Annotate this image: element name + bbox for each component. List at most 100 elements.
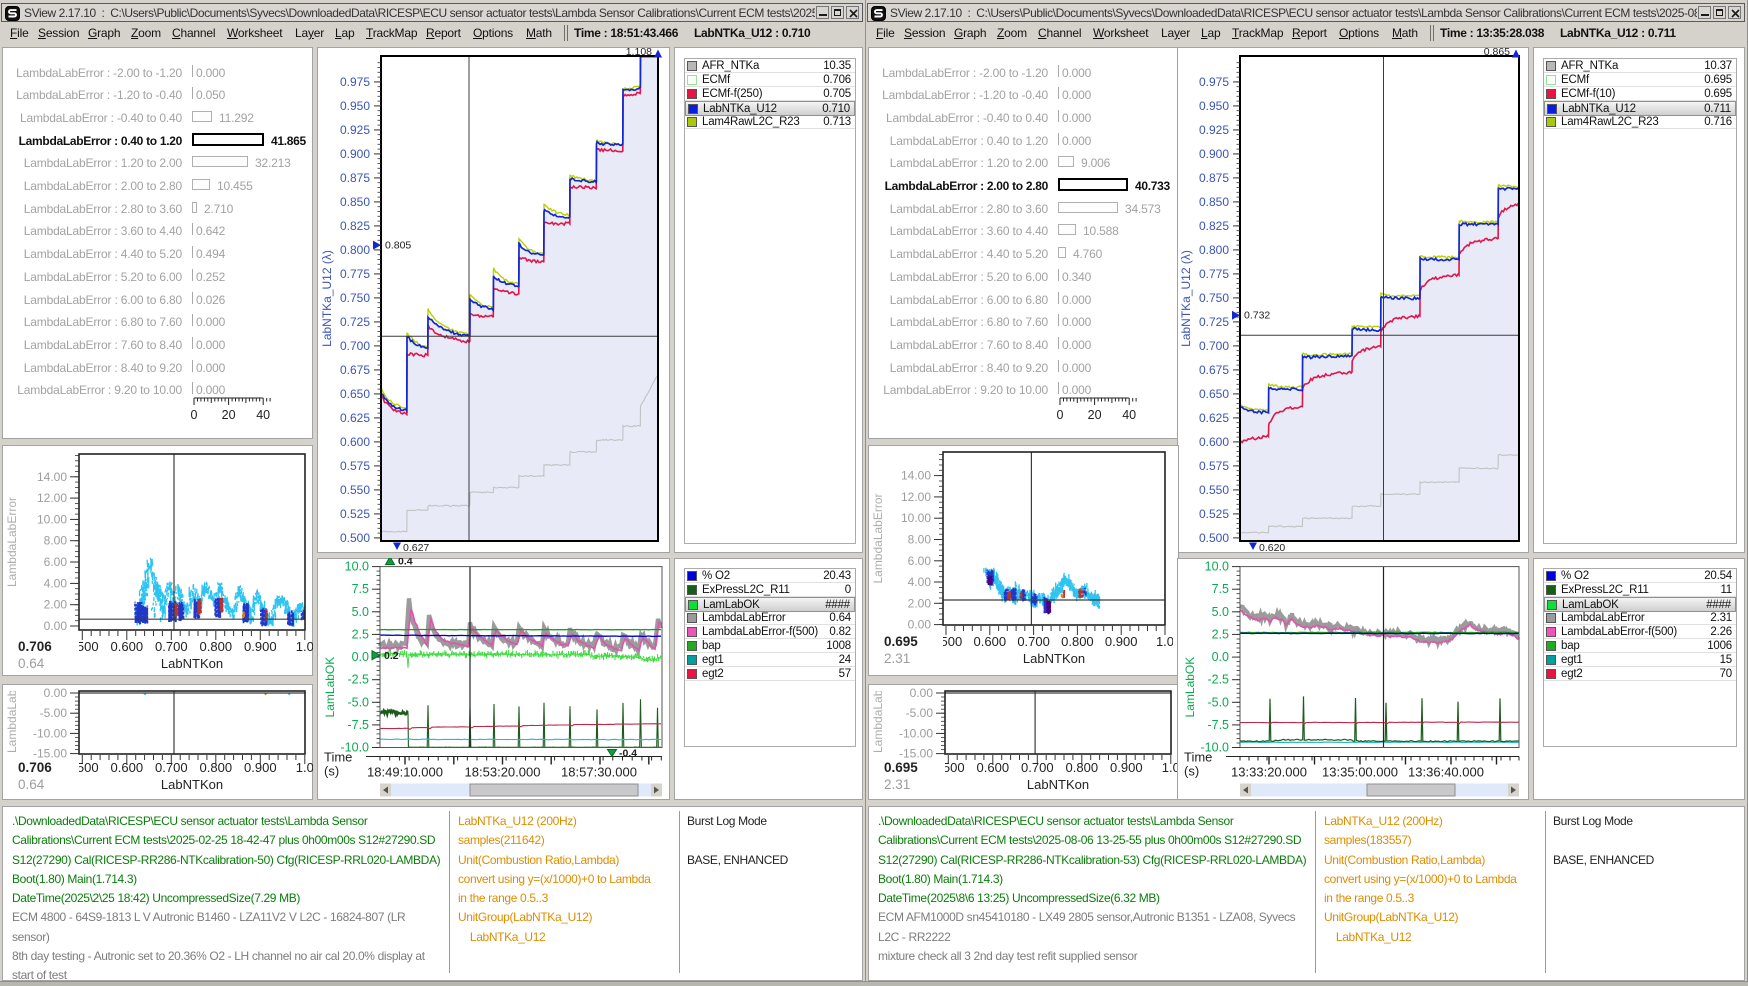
svg-text:2.5: 2.5 [1212,627,1229,641]
svg-text:0.64: 0.64 [18,656,45,671]
svg-text:0.575: 0.575 [1199,459,1229,473]
svg-text:18:57:30.000: 18:57:30.000 [561,765,637,780]
svg-text:-2.5: -2.5 [1207,673,1229,687]
svg-text:(s): (s) [324,764,339,779]
svg-text:2.5: 2.5 [352,627,369,641]
svg-text:Time: Time [1184,750,1212,765]
svg-text:0.975: 0.975 [1199,75,1229,89]
svg-text:13:33:20.000: 13:33:20.000 [1231,765,1307,780]
svg-text:0.600: 0.600 [340,435,370,449]
svg-text:0.900: 0.900 [1199,147,1229,161]
svg-text:LabNTKa_U12 (λ): LabNTKa_U12 (λ) [320,250,334,347]
svg-text:0.706: 0.706 [18,760,52,775]
svg-text:LabNTKon: LabNTKon [1023,651,1085,666]
svg-text:0.500: 0.500 [340,531,370,545]
svg-text:5.0: 5.0 [352,605,369,619]
svg-text:LamLabOK: LamLabOK [323,657,337,718]
svg-text:-15.00: -15.00 [33,747,67,761]
svg-text:0.800: 0.800 [200,639,233,654]
svg-text:1.0: 1.0 [296,760,313,775]
svg-text:13:35:00.000: 13:35:00.000 [1322,765,1398,780]
svg-text:40: 40 [1122,408,1136,422]
svg-text:-5.00: -5.00 [40,706,68,720]
svg-text:0.800: 0.800 [340,243,370,257]
svg-text:0.650: 0.650 [340,387,370,401]
svg-text:0.625: 0.625 [340,411,370,425]
svg-text:40: 40 [256,408,270,422]
svg-text:-5.0: -5.0 [1207,695,1229,709]
svg-text:4.00: 4.00 [44,576,68,590]
svg-text:0.650: 0.650 [1199,387,1229,401]
svg-text:0.700: 0.700 [1021,760,1054,775]
svg-text:0.500: 0.500 [66,760,99,775]
svg-text:0.900: 0.900 [244,639,277,654]
svg-text:0.950: 0.950 [340,99,370,113]
svg-text:13:36:40.000: 13:36:40.000 [1408,765,1484,780]
svg-text:2.00: 2.00 [44,598,68,612]
svg-text:0.950: 0.950 [1199,99,1229,113]
svg-text:0.675: 0.675 [1199,363,1229,377]
svg-text:0.805: 0.805 [385,240,411,252]
svg-text:0.500: 0.500 [932,760,965,775]
svg-text:0.627: 0.627 [403,542,429,553]
svg-text:0.750: 0.750 [1199,291,1229,305]
svg-text:14.00: 14.00 [901,469,931,483]
svg-text:0.525: 0.525 [340,507,370,521]
svg-text:LambdaLabError: LambdaLabError [5,684,19,753]
svg-text:2.31: 2.31 [884,777,910,792]
svg-text:4.00: 4.00 [908,575,932,589]
svg-text:0.575: 0.575 [340,459,370,473]
svg-text:0.625: 0.625 [1199,411,1229,425]
svg-text:LambdaLabError: LambdaLabError [871,684,885,753]
svg-text:-10.00: -10.00 [899,726,933,740]
svg-text:0.600: 0.600 [111,639,144,654]
svg-text:18:49:10.000: 18:49:10.000 [367,765,443,780]
svg-text:0.500: 0.500 [930,634,963,649]
svg-text:2.00: 2.00 [908,596,932,610]
svg-text:0.695: 0.695 [884,634,918,649]
svg-text:0.775: 0.775 [1199,267,1229,281]
svg-text:20: 20 [222,408,236,422]
svg-text:-10.00: -10.00 [33,726,67,740]
svg-text:-2.5: -2.5 [347,673,369,687]
svg-text:LabNTKa_U12 (λ): LabNTKa_U12 (λ) [1179,250,1193,347]
svg-text:0.2: 0.2 [384,650,399,662]
svg-text:0.875: 0.875 [1199,171,1229,185]
svg-text:LabNTKon: LabNTKon [1027,777,1089,792]
svg-text:0.0: 0.0 [1212,650,1229,664]
svg-text:8.00: 8.00 [908,533,932,547]
svg-text:10.00: 10.00 [37,512,67,526]
svg-text:(s): (s) [1184,764,1199,779]
svg-text:1.108: 1.108 [626,47,652,58]
svg-text:0.700: 0.700 [155,639,188,654]
svg-text:LabNTKon: LabNTKon [161,656,223,671]
svg-text:0.500: 0.500 [1199,531,1229,545]
svg-text:0.00: 0.00 [44,686,68,700]
svg-text:-5.0: -5.0 [347,695,369,709]
svg-text:10.0: 10.0 [1205,560,1229,574]
svg-text:0.900: 0.900 [1110,760,1143,775]
svg-text:0.700: 0.700 [155,760,188,775]
svg-text:20: 20 [1088,408,1102,422]
svg-text:1.0: 1.0 [296,639,313,654]
svg-text:-5.00: -5.00 [906,706,934,720]
svg-text:0.925: 0.925 [340,123,370,137]
svg-text:0.550: 0.550 [1199,483,1229,497]
svg-text:0.725: 0.725 [340,315,370,329]
svg-text:Time: Time [324,750,352,765]
svg-text:0.00: 0.00 [44,619,68,633]
svg-text:0.0: 0.0 [352,650,369,664]
svg-text:LamLabOK: LamLabOK [1183,657,1197,718]
svg-text:0.925: 0.925 [1199,123,1229,137]
svg-text:0.700: 0.700 [1199,339,1229,353]
svg-text:0.800: 0.800 [1061,634,1094,649]
svg-text:0.900: 0.900 [1105,634,1138,649]
svg-text:7.5: 7.5 [352,582,369,596]
svg-text:-15.00: -15.00 [899,747,933,761]
svg-text:8.00: 8.00 [44,534,68,548]
svg-text:12.00: 12.00 [37,491,67,505]
svg-text:0.675: 0.675 [340,363,370,377]
svg-text:0.850: 0.850 [1199,195,1229,209]
svg-text:0.4: 0.4 [398,558,413,568]
svg-text:0.620: 0.620 [1259,542,1285,553]
